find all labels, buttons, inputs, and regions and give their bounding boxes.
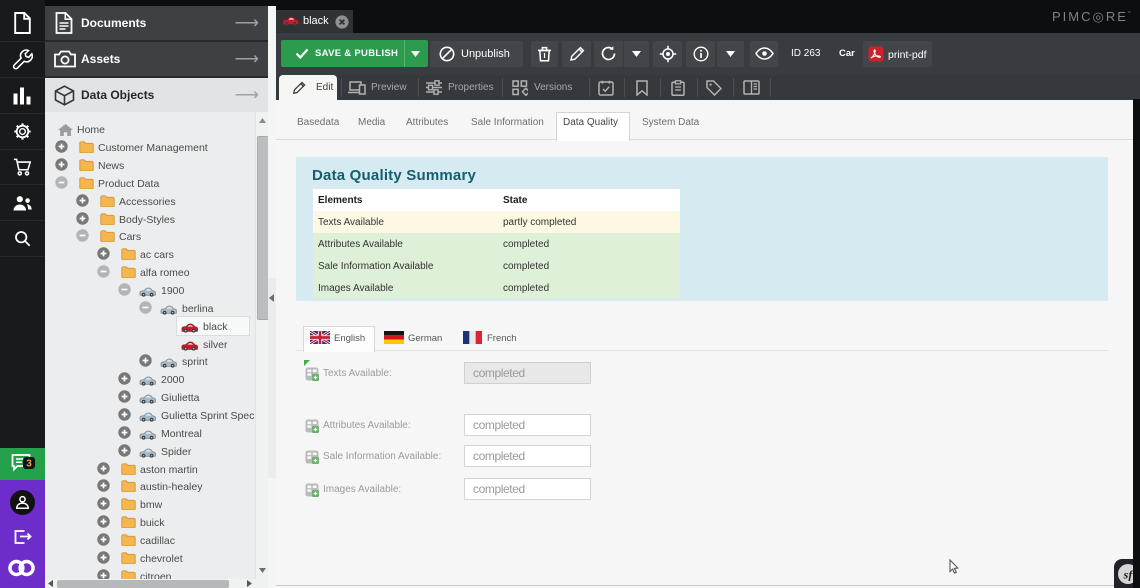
svg-text:sf: sf: [1123, 568, 1134, 582]
svg-text:3: 3: [26, 458, 32, 469]
